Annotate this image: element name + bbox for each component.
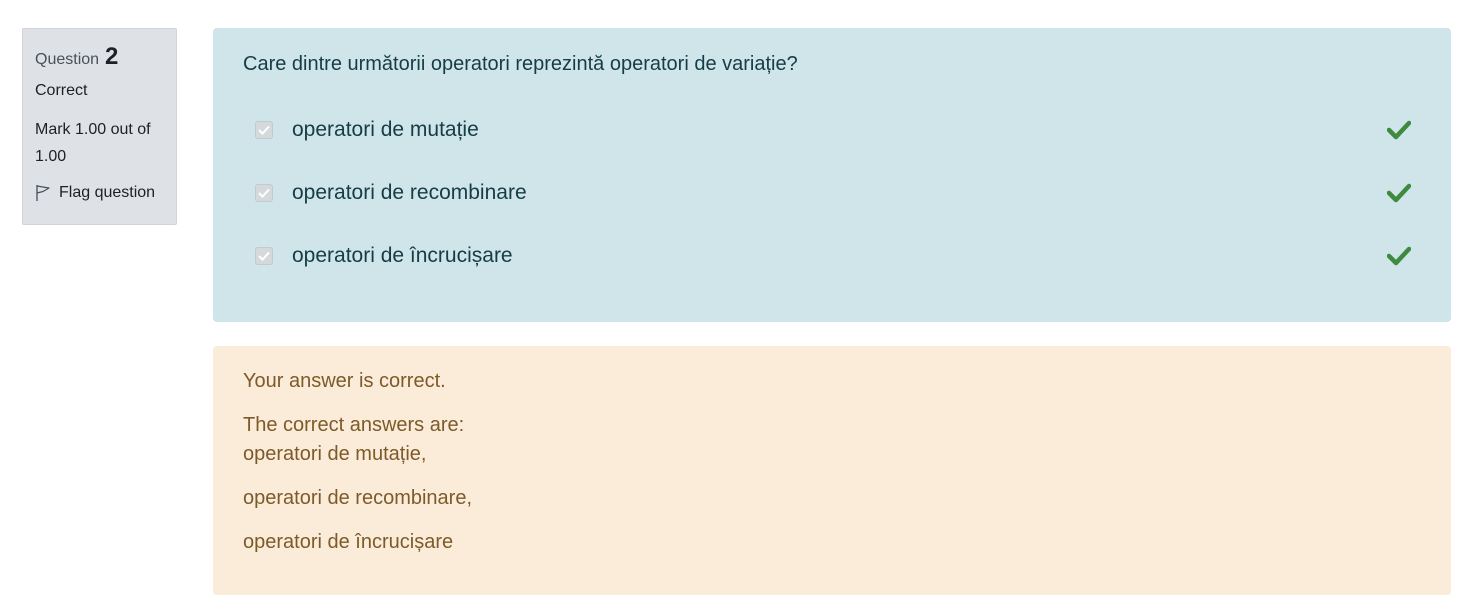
question-page: Question 2 Correct Mark 1.00 out of 1.00… [0, 0, 1464, 612]
right-answer-item: operatori de mutație, [243, 443, 427, 465]
answer-option: operatori de mutație [255, 110, 1411, 150]
question-number-row: Question 2 [35, 43, 164, 71]
answer-checkbox[interactable] [255, 184, 273, 202]
question-label: Question [35, 51, 100, 68]
question-outcome: Your answer is correct. The correct answ… [213, 346, 1451, 595]
correct-check-icon [1387, 183, 1411, 203]
question-number: 2 [105, 43, 119, 70]
answer-checkbox[interactable] [255, 121, 273, 139]
answer-label: operatori de recombinare [292, 181, 527, 204]
flag-question-button[interactable]: Flag question [35, 182, 164, 204]
flag-question-label: Flag question [59, 184, 156, 201]
answer-label: operatori de mutație [292, 118, 479, 141]
question-info-panel: Question 2 Correct Mark 1.00 out of 1.00… [22, 28, 177, 225]
right-answer-item: operatori de recombinare, [243, 487, 473, 509]
flag-icon [35, 184, 51, 202]
right-answer-title: The correct answers are: [243, 414, 465, 436]
answer-checkbox[interactable] [255, 247, 273, 265]
question-formulation: Care dintre următorii operatori reprezin… [213, 28, 1451, 322]
question-grade: Mark 1.00 out of 1.00 [35, 121, 151, 165]
question-text: Care dintre următorii operatori reprezin… [243, 53, 798, 75]
right-answer-item: operatori de încrucișare [243, 531, 454, 553]
feedback-text: Your answer is correct. [243, 370, 446, 392]
answer-option: operatori de încrucișare [255, 236, 1411, 276]
answer-label: operatori de încrucișare [292, 244, 513, 267]
correct-check-icon [1387, 120, 1411, 140]
answer-option: operatori de recombinare [255, 173, 1411, 213]
question-state: Correct [35, 82, 88, 99]
correct-check-icon [1387, 246, 1411, 266]
